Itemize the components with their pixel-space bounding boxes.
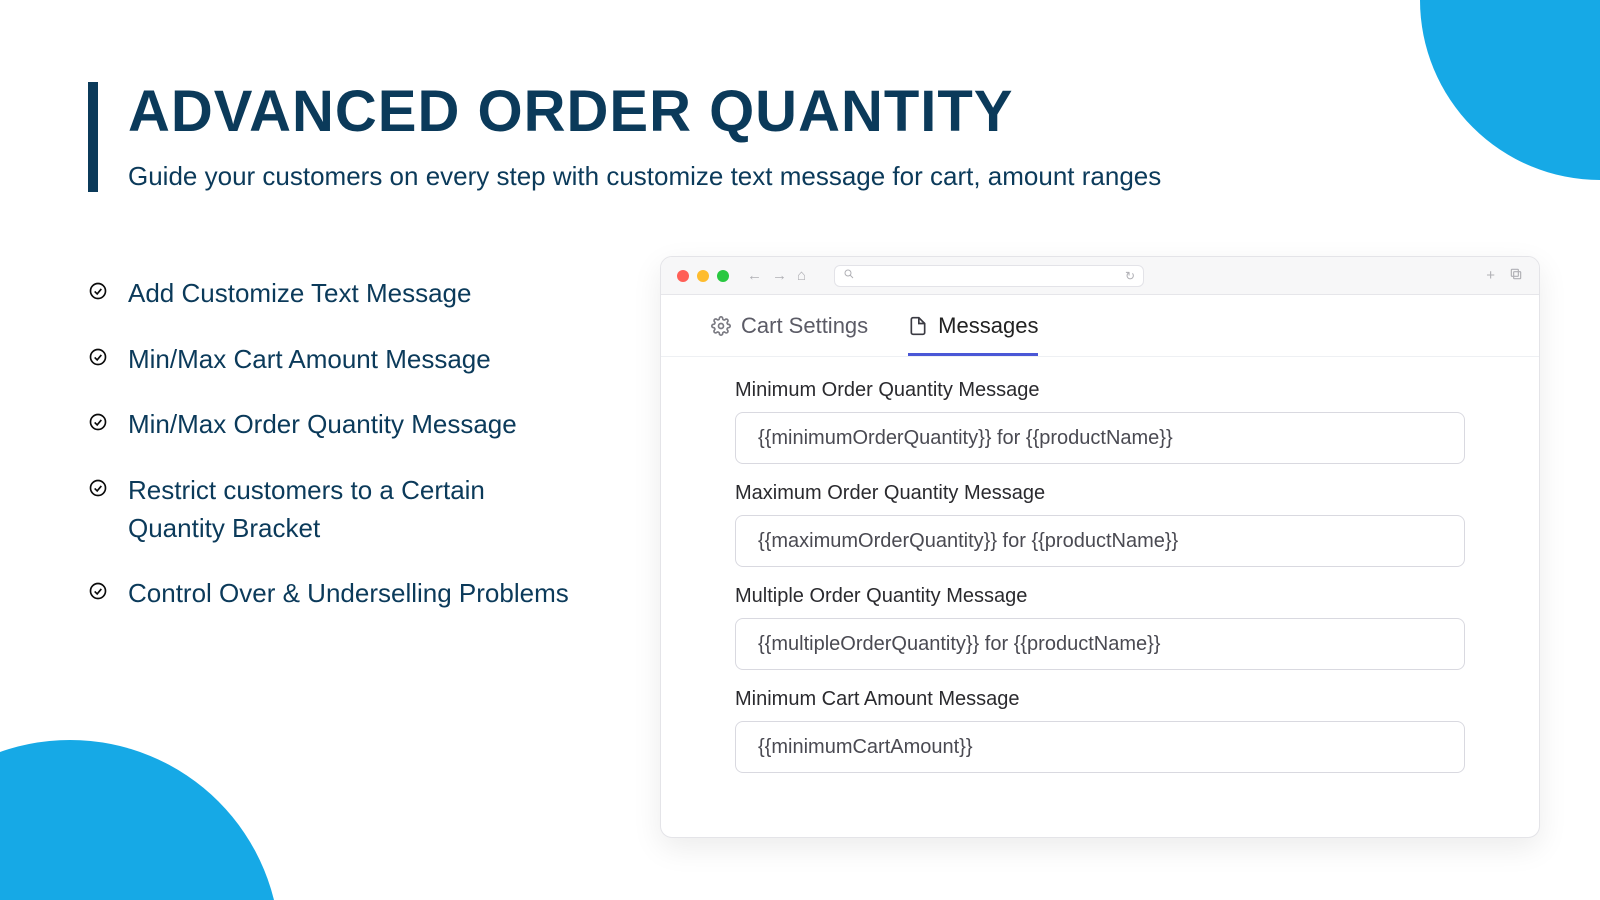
feature-item: Control Over & Underselling Problems <box>88 575 578 613</box>
feature-item: Restrict customers to a Certain Quantity… <box>88 472 578 547</box>
check-icon <box>88 412 108 437</box>
forward-icon[interactable]: → <box>772 267 787 284</box>
field-label: Minimum Order Quantity Message <box>735 379 1465 402</box>
multiple-order-qty-input[interactable] <box>735 618 1465 670</box>
maximize-window-icon[interactable] <box>717 270 729 282</box>
tab-messages[interactable]: Messages <box>908 295 1038 356</box>
feature-text: Restrict customers to a Certain Quantity… <box>128 472 578 547</box>
feature-text: Min/Max Order Quantity Message <box>128 406 517 444</box>
field-label: Multiple Order Quantity Message <box>735 585 1465 608</box>
max-order-qty-input[interactable] <box>735 515 1465 567</box>
tab-label: Cart Settings <box>741 313 868 339</box>
page-title: ADVANCED ORDER QUANTITY <box>128 82 1161 143</box>
feature-text: Control Over & Underselling Problems <box>128 575 569 613</box>
file-icon <box>908 316 928 336</box>
browser-chrome: ← → ⌂ ↻ + <box>661 257 1539 295</box>
tab-cart-settings[interactable]: Cart Settings <box>711 295 868 356</box>
home-icon[interactable]: ⌂ <box>797 267 806 284</box>
feature-item: Add Customize Text Message <box>88 275 578 313</box>
field-label: Maximum Order Quantity Message <box>735 482 1465 505</box>
decorative-blob-top <box>1420 0 1600 180</box>
feature-item: Min/Max Order Quantity Message <box>88 406 578 444</box>
new-tab-icon[interactable]: + <box>1486 267 1495 285</box>
traffic-lights <box>677 270 729 282</box>
tab-bar: Cart Settings Messages <box>661 295 1539 357</box>
gear-icon <box>711 316 731 336</box>
check-icon <box>88 347 108 372</box>
field-max-order-qty: Maximum Order Quantity Message <box>735 482 1465 567</box>
back-icon[interactable]: ← <box>747 267 762 284</box>
decorative-blob-bottom <box>0 740 280 900</box>
field-min-cart-amount: Minimum Cart Amount Message <box>735 688 1465 773</box>
field-multiple-order-qty: Multiple Order Quantity Message <box>735 585 1465 670</box>
min-order-qty-input[interactable] <box>735 412 1465 464</box>
page-subtitle: Guide your customers on every step with … <box>128 161 1161 192</box>
feature-text: Add Customize Text Message <box>128 275 471 313</box>
check-icon <box>88 581 108 606</box>
minimize-window-icon[interactable] <box>697 270 709 282</box>
min-cart-amount-input[interactable] <box>735 721 1465 773</box>
field-min-order-qty: Minimum Order Quantity Message <box>735 379 1465 464</box>
feature-list: Add Customize Text Message Min/Max Cart … <box>88 275 578 641</box>
tab-label: Messages <box>938 313 1038 339</box>
feature-item: Min/Max Cart Amount Message <box>88 341 578 379</box>
check-icon <box>88 478 108 503</box>
address-bar[interactable]: ↻ <box>834 265 1144 287</box>
feature-text: Min/Max Cart Amount Message <box>128 341 491 379</box>
header: ADVANCED ORDER QUANTITY Guide your custo… <box>88 82 1161 192</box>
field-label: Minimum Cart Amount Message <box>735 688 1465 711</box>
copy-icon[interactable] <box>1509 267 1523 285</box>
reload-icon[interactable]: ↻ <box>1125 269 1135 283</box>
messages-form: Minimum Order Quantity Message Maximum O… <box>661 357 1539 791</box>
close-window-icon[interactable] <box>677 270 689 282</box>
search-icon <box>843 268 855 283</box>
check-icon <box>88 281 108 306</box>
browser-window: ← → ⌂ ↻ + Cart Settings <box>660 256 1540 838</box>
